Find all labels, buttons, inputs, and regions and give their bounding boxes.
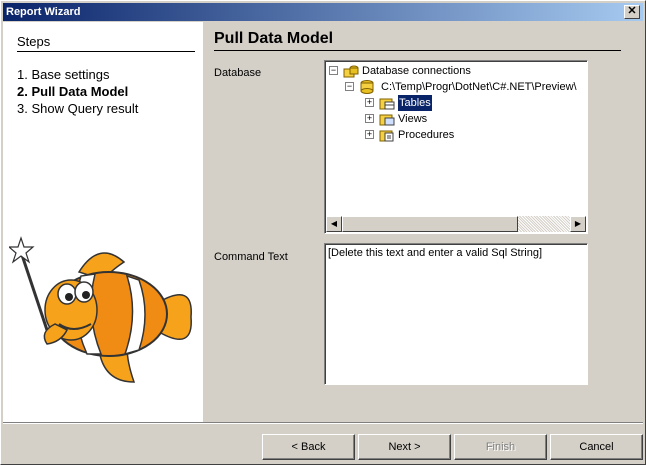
steps-list: 1. Base settings 2. Pull Data Model 3. S…	[17, 66, 138, 117]
title-bar[interactable]: Report Wizard ✕	[3, 3, 643, 21]
steps-panel: Steps 1. Base settings 2. Pull Data Mode…	[3, 22, 203, 422]
tables-folder-icon	[379, 98, 395, 110]
button-divider	[3, 422, 643, 424]
database-tree[interactable]: − Database connections − C:\Temp\Progr\D…	[324, 60, 588, 234]
expand-icon[interactable]: +	[365, 114, 374, 123]
command-text-input[interactable]: [Delete this text and enter a valid Sql …	[324, 243, 588, 385]
scroll-left-button[interactable]: ◀	[326, 216, 342, 232]
back-button[interactable]: < Back	[262, 434, 355, 460]
command-text-label: Command Text	[214, 251, 288, 263]
tree-label-procedures: Procedures	[398, 129, 455, 141]
close-button[interactable]: ✕	[624, 5, 640, 19]
tree-label-views: Views	[398, 113, 428, 125]
step-pull-data-model: 2. Pull Data Model	[17, 84, 129, 99]
expand-icon[interactable]: +	[365, 130, 374, 139]
scroll-thumb[interactable]	[342, 216, 518, 232]
collapse-icon[interactable]: −	[329, 66, 338, 75]
database-connections-icon	[343, 65, 359, 78]
finish-button[interactable]: Finish	[454, 434, 547, 460]
steps-heading: Steps	[17, 34, 195, 52]
tree-horizontal-scrollbar[interactable]: ◀ ▶	[326, 216, 586, 232]
scroll-right-button[interactable]: ▶	[570, 216, 586, 232]
window-title: Report Wizard	[6, 6, 81, 18]
database-icon	[360, 80, 374, 94]
step-base-settings: 1. Base settings	[17, 67, 110, 82]
tree-label-tables: Tables	[398, 95, 432, 111]
cancel-button[interactable]: Cancel	[550, 434, 643, 460]
procedures-folder-icon	[379, 130, 394, 142]
collapse-icon[interactable]: −	[345, 82, 354, 91]
tree-label-connection: C:\Temp\Progr\DotNet\C#.NET\Preview\	[381, 81, 577, 93]
main-panel: Pull Data Model Database − Database conn…	[204, 22, 644, 422]
next-button[interactable]: Next >	[358, 434, 451, 460]
database-label: Database	[214, 67, 262, 79]
report-wizard-window: Report Wizard ✕ Steps 1. Base settings 2…	[0, 0, 646, 465]
views-folder-icon	[379, 114, 395, 126]
clownfish-mascot-icon	[9, 236, 192, 383]
scroll-track[interactable]	[518, 216, 570, 232]
close-icon: ✕	[627, 5, 637, 17]
step-show-query-result: 3. Show Query result	[17, 101, 139, 116]
page-title: Pull Data Model	[214, 30, 621, 51]
expand-icon[interactable]: +	[365, 98, 374, 107]
tree-label-root: Database connections	[362, 65, 471, 77]
